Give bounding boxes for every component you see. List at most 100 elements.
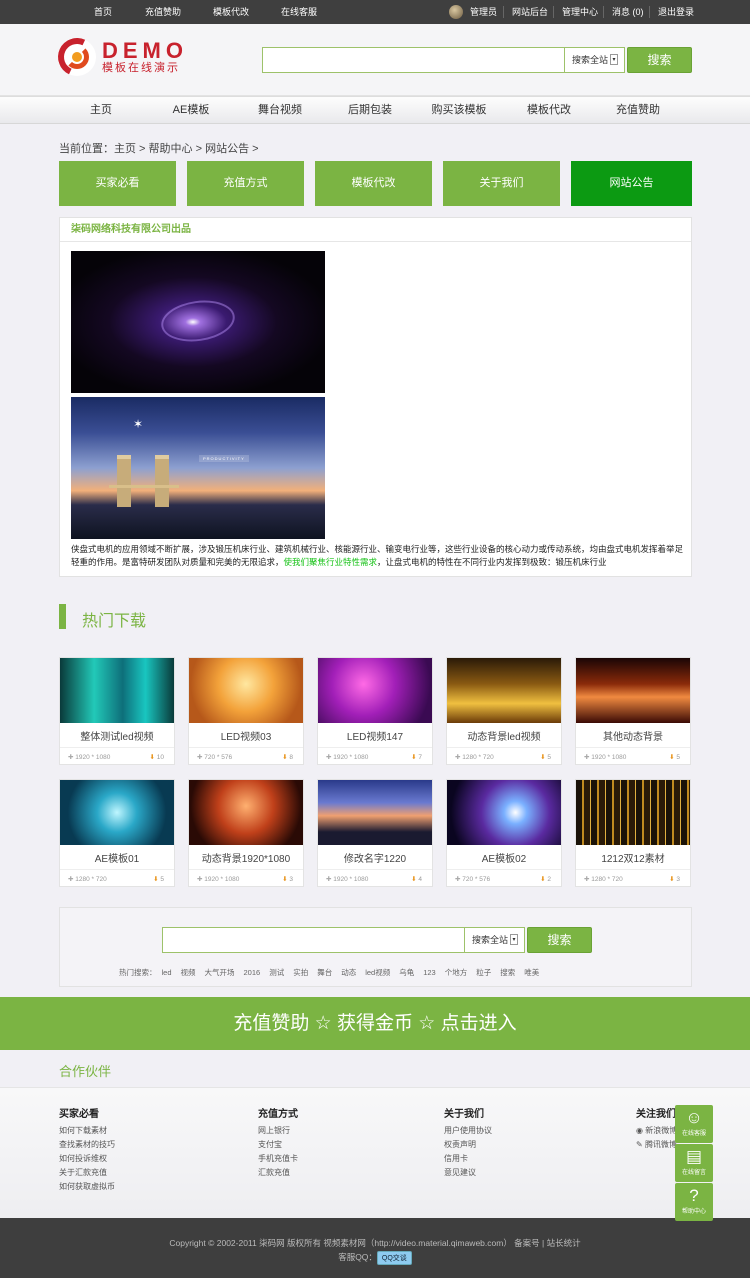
hot-keyword[interactable]: 动态	[341, 968, 356, 977]
download-card[interactable]: 动态背景led视频 ✚ 1280 * 720 ⬇ 5	[446, 657, 562, 765]
hot-keyword[interactable]: 大气开场	[205, 968, 235, 977]
breadcrumb[interactable]: 当前位置：主页 > 帮助中心 > 网站公告 >	[59, 140, 259, 156]
card-thumbnail[interactable]	[576, 780, 690, 845]
top-link-custom[interactable]: 模板代改	[213, 0, 249, 24]
nav-item-home[interactable]: 主页	[61, 97, 141, 124]
nav-item-recharge[interactable]: 充值赞助	[598, 97, 678, 124]
top-link-recharge[interactable]: 充值赞助	[145, 0, 181, 24]
card-thumbnail[interactable]	[189, 658, 303, 723]
search-button[interactable]: 搜索	[627, 47, 692, 73]
card-title[interactable]: AE模板02	[447, 850, 561, 865]
hot-keyword[interactable]: 123	[423, 968, 436, 977]
footer-link[interactable]: 查找素材的技巧	[59, 1138, 115, 1152]
footer-link[interactable]: 汇款充值	[258, 1166, 298, 1180]
footer-link[interactable]: 信用卡	[444, 1152, 492, 1166]
card-thumbnail[interactable]	[447, 658, 561, 723]
recharge-banner[interactable]: 充值赞助 ☆ 获得金币 ☆ 点击进入	[0, 997, 750, 1050]
footer-link[interactable]: 网上银行	[258, 1124, 298, 1138]
card-thumbnail[interactable]	[189, 780, 303, 845]
qq-chat-button[interactable]: QQ交谈	[376, 1251, 412, 1265]
hot-keyword[interactable]: 乌龟	[399, 968, 414, 977]
footer-link-tencent[interactable]: ✎ 腾讯微博	[636, 1138, 677, 1152]
nav-item-stage[interactable]: 舞台视频	[240, 97, 320, 124]
footer-link-weibo[interactable]: ◉ 新浪微博	[636, 1124, 677, 1138]
card-title[interactable]: LED视频03	[189, 728, 303, 743]
top-link-messages[interactable]: 消息 (0)	[612, 0, 644, 24]
float-online-service[interactable]: ☺ 在线客服	[675, 1105, 713, 1143]
hot-keyword[interactable]: 实拍	[293, 968, 308, 977]
card-title[interactable]: 修改名字1220	[318, 850, 432, 865]
nav-item-custom[interactable]: 模板代改	[509, 97, 589, 124]
article-link[interactable]: 使我们聚焦行业特性需求	[284, 557, 378, 567]
card-title[interactable]: LED视频147	[318, 728, 432, 743]
card-resolution: ✚ 1920 * 1080	[326, 875, 368, 883]
tab-announcements[interactable]: 网站公告	[571, 161, 692, 206]
search-input[interactable]	[163, 928, 463, 952]
download-card[interactable]: LED视频147 ✚ 1920 * 1080 ⬇ 7	[317, 657, 433, 765]
hot-keyword[interactable]: 粒子	[476, 968, 491, 977]
card-title[interactable]: 整体测试led视频	[60, 728, 174, 743]
tab-recharge-method[interactable]: 充值方式	[187, 161, 304, 206]
hot-keyword[interactable]: 个地方	[445, 968, 468, 977]
tab-buyer-guide[interactable]: 买家必看	[59, 161, 176, 206]
logo-text[interactable]: DEMO	[102, 40, 188, 62]
nav-item-buy[interactable]: 购买该模板	[419, 97, 499, 124]
card-thumbnail[interactable]	[318, 780, 432, 845]
top-link-home[interactable]: 首页	[94, 0, 112, 24]
card-title[interactable]: 动态背景led视频	[447, 728, 561, 743]
divider	[553, 6, 554, 18]
card-thumbnail[interactable]	[318, 658, 432, 723]
download-card[interactable]: 1212双12素材 ✚ 1280 * 720 ⬇ 3	[575, 779, 691, 887]
tab-about-us[interactable]: 关于我们	[443, 161, 560, 206]
tab-template-custom[interactable]: 模板代改	[315, 161, 432, 206]
footer-link[interactable]: 权责声明	[444, 1138, 492, 1152]
card-thumbnail[interactable]	[447, 780, 561, 845]
image-logo-mark: ✶	[133, 417, 144, 431]
float-help-center[interactable]: ? 帮助中心	[675, 1183, 713, 1221]
download-card[interactable]: LED视频03 ✚ 720 * 576 ⬇ 8	[188, 657, 304, 765]
download-card[interactable]: AE模板02 ✚ 720 * 576 ⬇ 2	[446, 779, 562, 887]
search-button[interactable]: 搜索	[527, 927, 592, 953]
top-link-logout[interactable]: 退出登录	[658, 0, 694, 24]
download-card[interactable]: 其他动态背景 ✚ 1920 * 1080 ⬇ 5	[575, 657, 691, 765]
hot-keyword[interactable]: led	[162, 968, 172, 977]
footer-link[interactable]: 用户使用协议	[444, 1124, 492, 1138]
card-title[interactable]: 动态背景1920*1080	[189, 850, 303, 865]
logo-icon[interactable]	[52, 32, 102, 82]
hot-keyword[interactable]: 舞台	[317, 968, 332, 977]
search-input[interactable]	[263, 48, 563, 72]
top-link-manage[interactable]: 管理中心	[562, 0, 598, 24]
hot-keyword[interactable]: 2016	[244, 968, 261, 977]
search-scope-select[interactable]: 搜索全站 ▾	[464, 928, 524, 952]
top-link-admin[interactable]: 网站后台	[512, 0, 548, 24]
card-thumbnail[interactable]	[60, 658, 174, 723]
card-thumbnail[interactable]	[576, 658, 690, 723]
hot-keyword[interactable]: 测试	[269, 968, 284, 977]
footer-link[interactable]: 支付宝	[258, 1138, 298, 1152]
nav-item-post[interactable]: 后期包装	[330, 97, 410, 124]
nav-item-ae[interactable]: AE模板	[151, 97, 231, 124]
footer-link[interactable]: 如何下载素材	[59, 1124, 115, 1138]
top-link-service[interactable]: 在线客服	[281, 0, 317, 24]
hot-keyword[interactable]: 视频	[181, 968, 196, 977]
download-card[interactable]: 修改名字1220 ✚ 1920 * 1080 ⬇ 4	[317, 779, 433, 887]
download-card[interactable]: 动态背景1920*1080 ✚ 1920 * 1080 ⬇ 3	[188, 779, 304, 887]
top-user-name[interactable]: 管理员	[470, 0, 497, 24]
footer-link[interactable]: 手机充值卡	[258, 1152, 298, 1166]
footer-link[interactable]: 意见建议	[444, 1166, 492, 1180]
hot-keyword[interactable]: 唯美	[524, 968, 539, 977]
avatar[interactable]	[449, 5, 463, 19]
hot-keyword[interactable]: led视频	[365, 968, 390, 977]
float-message[interactable]: ▤ 在线留言	[675, 1144, 713, 1182]
footer-link[interactable]: 关于汇款充值	[59, 1166, 115, 1180]
footer-link[interactable]: 如何获取虚拟币	[59, 1180, 115, 1194]
footer-link[interactable]: 如何投诉维权	[59, 1152, 115, 1166]
card-thumbnail[interactable]	[60, 780, 174, 845]
card-title[interactable]: AE模板01	[60, 850, 174, 865]
hot-keyword[interactable]: 搜索	[500, 968, 515, 977]
download-card[interactable]: AE模板01 ✚ 1280 * 720 ⬇ 5	[59, 779, 175, 887]
download-card[interactable]: 整体测试led视频 ✚ 1920 * 1080 ⬇ 10	[59, 657, 175, 765]
card-title[interactable]: 其他动态背景	[576, 728, 690, 743]
search-scope-select[interactable]: 搜索全站 ▾	[564, 48, 624, 72]
card-title[interactable]: 1212双12素材	[576, 850, 690, 865]
